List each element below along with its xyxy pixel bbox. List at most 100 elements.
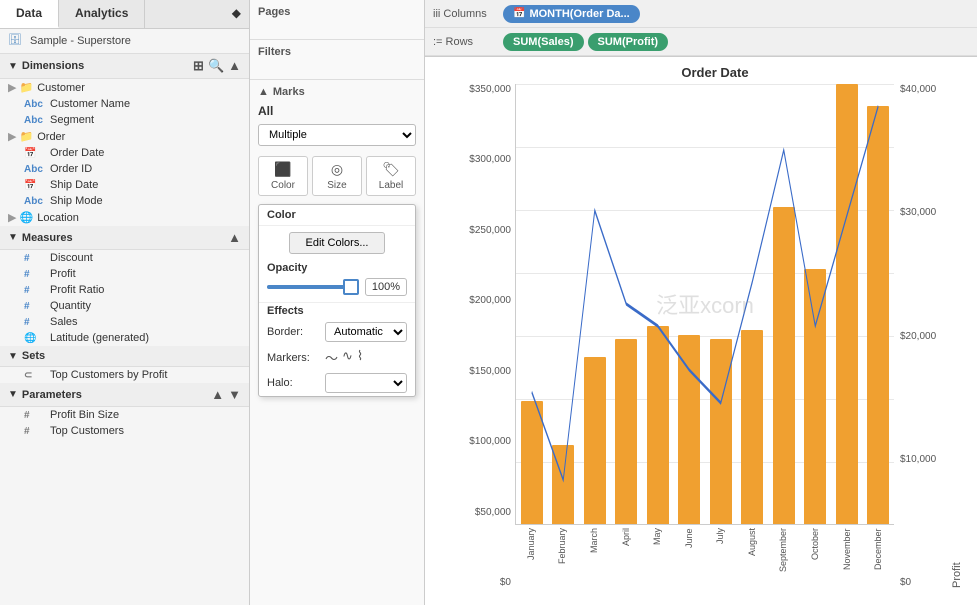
rows-pill-1[interactable]: SUM(Sales) xyxy=(503,33,584,51)
bars-container xyxy=(516,84,894,524)
location-group-label: Location xyxy=(37,212,79,224)
folder-icon: ▶ 📁 xyxy=(8,81,33,94)
chart-title: Order Date xyxy=(465,65,965,80)
measure-quantity[interactable]: # Quantity xyxy=(0,298,249,314)
y-axis-right: $40,000 $30,000 $20,000 $10,000 $0 xyxy=(894,84,949,588)
params-scroll-down[interactable]: ▼ xyxy=(228,387,241,402)
bar[interactable] xyxy=(678,335,700,524)
marks-section: ▲ Marks All Multiple Bar Line Area ⬛ Col… xyxy=(250,80,424,605)
x-label-feb: February xyxy=(557,528,567,588)
dimensions-scroll-icon[interactable]: ▲ xyxy=(228,58,241,74)
bar[interactable] xyxy=(552,445,574,524)
marks-type-select[interactable]: Multiple Bar Line Area xyxy=(258,124,416,146)
dim-ship-mode[interactable]: Abc Ship Mode xyxy=(0,193,249,209)
abc-icon: Abc xyxy=(24,115,44,126)
panel-tab-arrow[interactable]: ◆ xyxy=(224,0,249,28)
columns-pill[interactable]: 📅 MONTH(Order Da... xyxy=(503,5,640,23)
order-group: ▶ 📁 Order 📅 Order Date Abc Order ID 📅 Sh… xyxy=(0,128,249,209)
border-row: Border: Automatic None xyxy=(259,319,415,345)
bar[interactable] xyxy=(584,357,606,524)
halo-select[interactable] xyxy=(325,373,407,393)
marker-smooth-icon[interactable]: ∿ xyxy=(342,348,353,367)
opacity-slider-fill xyxy=(267,285,350,289)
dim-order-date[interactable]: 📅 Order Date xyxy=(0,145,249,161)
param-top-customers[interactable]: # Top Customers xyxy=(0,423,249,439)
calendar-icon: 📅 xyxy=(24,148,44,159)
hash-icon: # xyxy=(24,317,44,328)
bar[interactable] xyxy=(836,84,858,524)
bar[interactable] xyxy=(615,339,637,524)
measure-sales[interactable]: # Sales xyxy=(0,314,249,330)
param-profit-bin[interactable]: # Profit Bin Size xyxy=(0,407,249,423)
dim-order-id[interactable]: Abc Order ID xyxy=(0,161,249,177)
bar[interactable] xyxy=(741,330,763,524)
bar[interactable] xyxy=(804,269,826,524)
bar-jan xyxy=(516,84,548,524)
marker-dotted-icon[interactable]: ⌇ xyxy=(357,348,363,367)
y-right-label-2: $30,000 xyxy=(900,207,936,218)
label-button[interactable]: 🏷 Label xyxy=(366,156,416,196)
dimensions-grid-icon[interactable]: ⊞ xyxy=(193,58,204,74)
border-select[interactable]: Automatic None xyxy=(325,322,407,342)
abc-icon: Abc xyxy=(24,164,44,175)
pages-label: Pages xyxy=(258,6,416,18)
order-group-header[interactable]: ▶ 📁 Order xyxy=(0,128,249,145)
y-left-label-7: $50,000 xyxy=(475,507,511,518)
bar-dec xyxy=(863,84,895,524)
marker-line-icon[interactable]: 〜 xyxy=(325,348,338,367)
y-left-label-8: $0 xyxy=(500,577,511,588)
y-right-label-3: $20,000 xyxy=(900,331,936,342)
measure-profit[interactable]: # Profit xyxy=(0,266,249,282)
globe-icon: 🌐 xyxy=(24,333,44,344)
dim-segment[interactable]: Abc Segment xyxy=(0,112,249,128)
rows-shelf: := Rows SUM(Sales) SUM(Profit) xyxy=(425,28,977,56)
location-group-header[interactable]: ▶ 🌐 Location xyxy=(0,209,249,226)
edit-colors-button[interactable]: Edit Colors... xyxy=(289,232,386,254)
dimensions-search-icon[interactable]: 🔍 xyxy=(208,58,224,74)
y-right-label-5: $0 xyxy=(900,577,911,588)
bar[interactable] xyxy=(867,106,889,524)
filters-label: Filters xyxy=(258,46,416,58)
calendar-pill-icon: 📅 xyxy=(513,8,525,19)
measure-profit-ratio[interactable]: # Profit Ratio xyxy=(0,282,249,298)
measure-discount[interactable]: # Discount xyxy=(0,250,249,266)
x-label-may: May xyxy=(652,528,662,588)
opacity-slider[interactable] xyxy=(267,285,359,289)
bar-aug xyxy=(737,84,769,524)
tab-data[interactable]: Data xyxy=(0,0,59,28)
bar[interactable] xyxy=(521,401,543,524)
folder-icon: ▶ 🌐 xyxy=(8,211,33,224)
panel-tabs: Data Analytics ◆ xyxy=(0,0,249,29)
customer-group-header[interactable]: ▶ 📁 Customer xyxy=(0,79,249,96)
measure-latitude[interactable]: 🌐 Latitude (generated) xyxy=(0,330,249,346)
size-button[interactable]: ◎ Size xyxy=(312,156,362,196)
bar[interactable] xyxy=(773,207,795,524)
params-scroll-up[interactable]: ▲ xyxy=(211,387,224,402)
location-group: ▶ 🌐 Location xyxy=(0,209,249,226)
bar-jul xyxy=(705,84,737,524)
dimensions-label: Dimensions xyxy=(22,60,84,72)
tab-analytics[interactable]: Analytics xyxy=(59,0,145,28)
bar-jun xyxy=(674,84,706,524)
customer-group-label: Customer xyxy=(37,82,85,94)
chart-plot: 泛亚xcorn xyxy=(515,84,894,525)
measures-label: Measures xyxy=(22,232,73,244)
measures-scroll-icon[interactable]: ▲ xyxy=(228,230,241,245)
color-button[interactable]: ⬛ Color xyxy=(258,156,308,196)
hash-icon: # xyxy=(24,301,44,312)
markers-label: Markers: xyxy=(267,352,319,364)
bar[interactable] xyxy=(647,326,669,524)
folder-icon: ▶ 📁 xyxy=(8,130,33,143)
dim-ship-date[interactable]: 📅 Ship Date xyxy=(0,177,249,193)
x-label-apr: April xyxy=(621,528,631,588)
rows-label: := Rows xyxy=(433,36,503,48)
bar[interactable] xyxy=(710,339,732,524)
set-top-customers[interactable]: ⊂ Top Customers by Profit xyxy=(0,367,249,383)
bar-feb xyxy=(548,84,580,524)
marks-dropdown[interactable]: Multiple Bar Line Area xyxy=(258,124,416,146)
left-panel-scroll[interactable]: ▼ Dimensions ⊞ 🔍 ▲ ▶ 📁 Customer A xyxy=(0,54,249,605)
datasource-name[interactable]: Sample - Superstore xyxy=(30,35,131,47)
rows-pill-2[interactable]: SUM(Profit) xyxy=(588,33,669,51)
dim-customer-name[interactable]: Abc Customer Name xyxy=(0,96,249,112)
columns-label: iii Columns xyxy=(433,8,503,20)
